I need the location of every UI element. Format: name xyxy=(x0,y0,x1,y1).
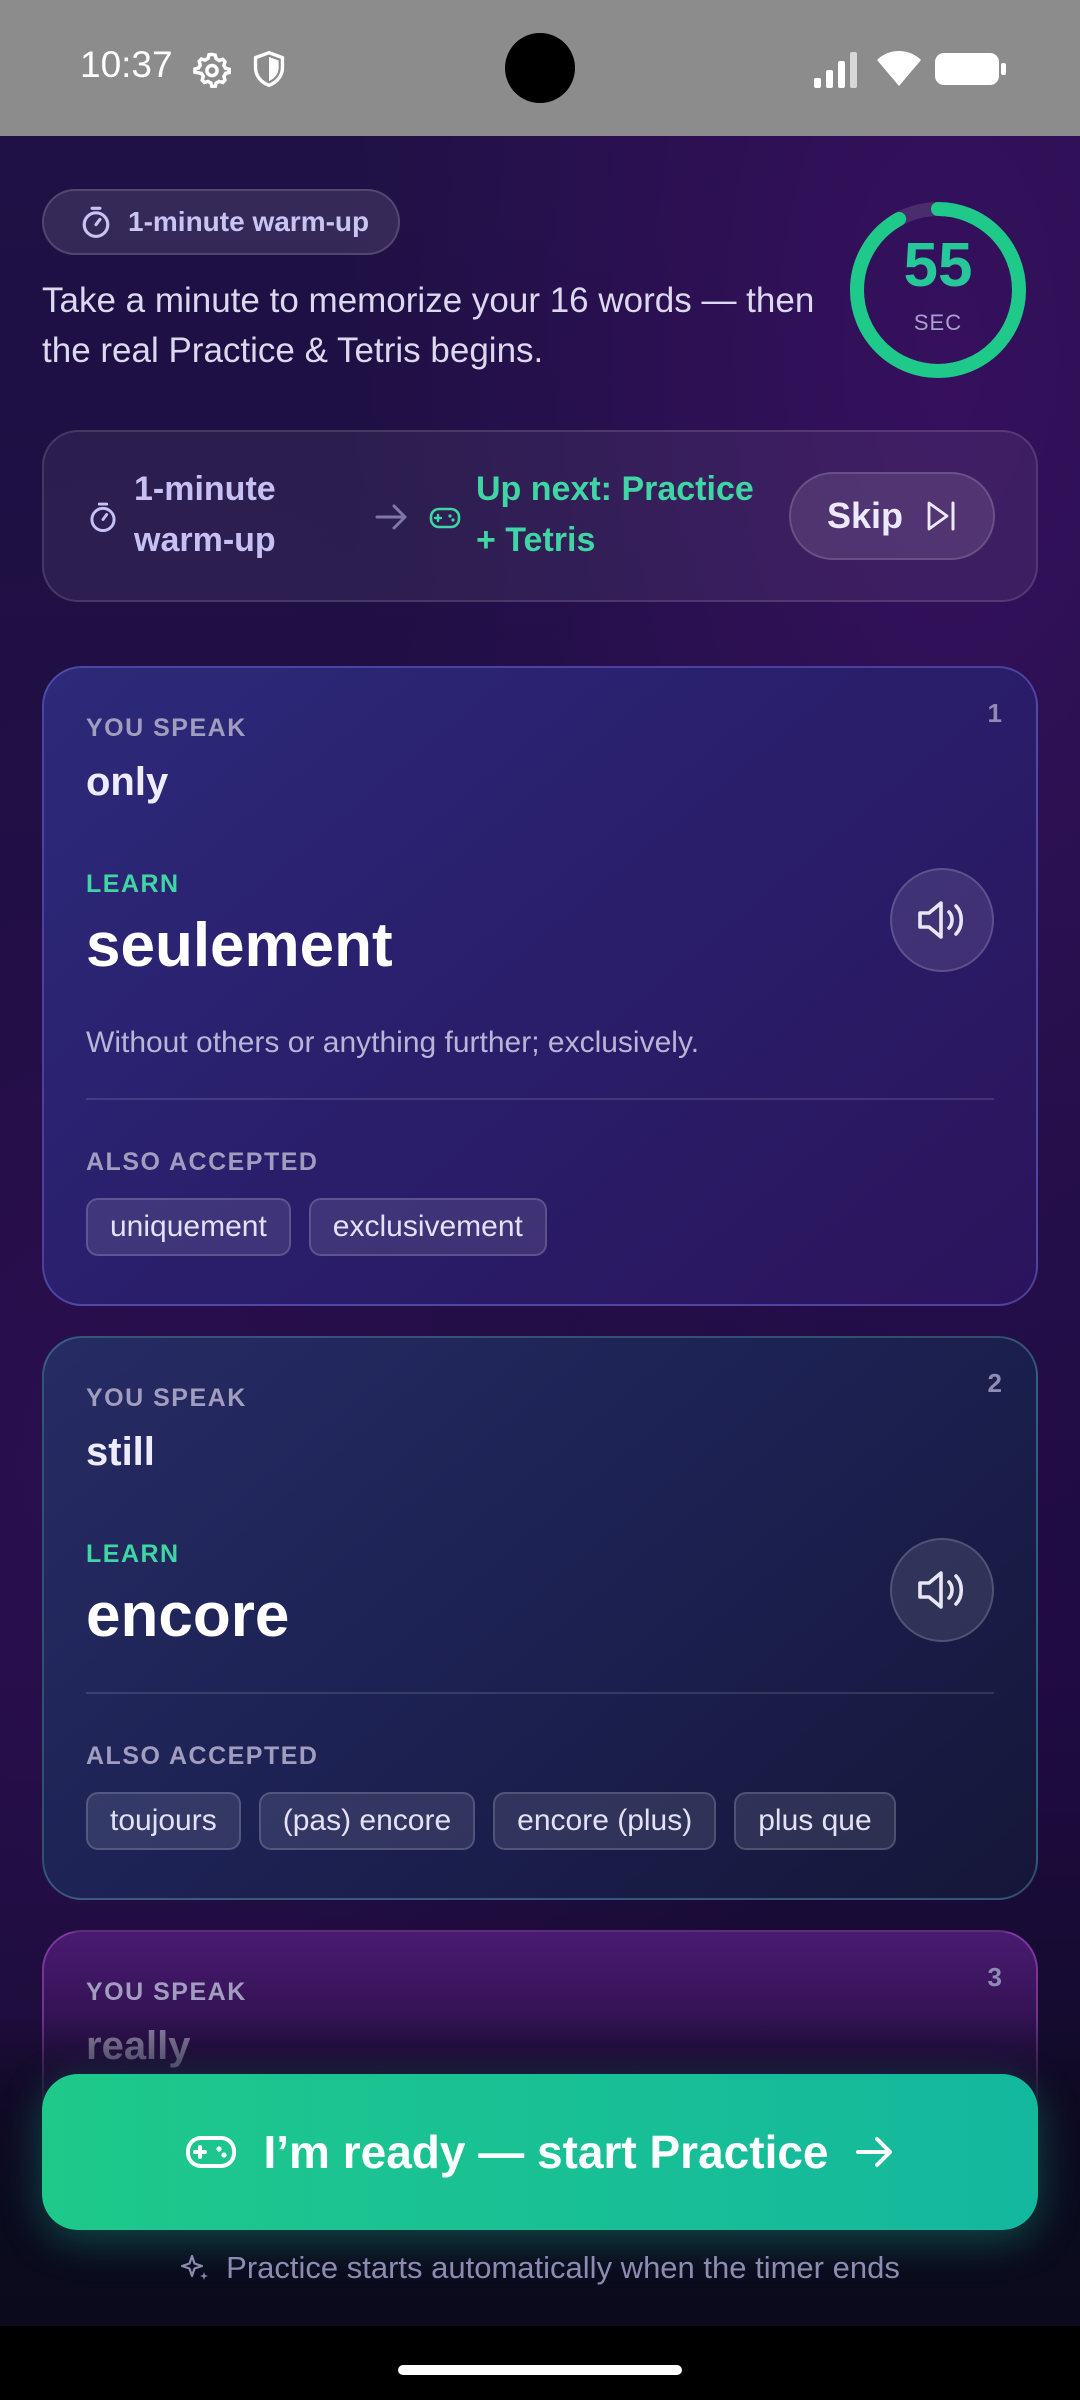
shield-icon xyxy=(253,50,285,88)
accepted-chip: (pas) encore xyxy=(258,1792,476,1850)
target-word: encore xyxy=(86,1581,290,1650)
pronounce-button[interactable] xyxy=(890,868,994,972)
system-nav-bar xyxy=(0,2326,1080,2400)
word-definition: Without others or anything further; excl… xyxy=(86,1026,700,1059)
gear-icon xyxy=(193,52,231,88)
you-speak-label: YOU SPEAK xyxy=(86,1384,247,1412)
accepted-chip: exclusivement xyxy=(308,1198,547,1256)
warmup-screen: 1-minute warm-up Take a minute to memori… xyxy=(0,136,1080,2400)
timer-value: 55 xyxy=(903,231,973,300)
card-number: 1 xyxy=(987,698,1002,728)
gamepad-icon xyxy=(186,2136,237,2168)
speaker-icon xyxy=(918,901,964,939)
word-card: 1 YOU SPEAK only LEARN seulement Without… xyxy=(42,666,1038,1306)
also-accepted-list: uniquement exclusivement xyxy=(86,1198,547,1256)
auto-start-hint: Practice starts automatically when the t… xyxy=(0,2250,1080,2286)
status-bar: 10:37 xyxy=(0,0,1080,136)
also-accepted-list: toujours (pas) encore encore (plus) plus… xyxy=(86,1792,896,1850)
accepted-chip: uniquement xyxy=(86,1198,291,1256)
accepted-chip: plus que xyxy=(734,1792,896,1850)
signal-icon xyxy=(814,52,857,88)
timer-unit: SEC xyxy=(913,310,963,335)
learn-label: LEARN xyxy=(86,870,180,898)
flow-banner: 1-minute warm-up Up next: Practice + Tet… xyxy=(42,430,1038,602)
start-practice-button[interactable]: I’m ready — start Practice xyxy=(42,2074,1038,2230)
word-card: 2 YOU SPEAK still LEARN encore ALSO ACCE… xyxy=(42,1336,1038,1900)
flow-next-step: Up next: Practice + Tetris xyxy=(476,470,754,559)
accepted-chip: encore (plus) xyxy=(493,1792,717,1850)
you-speak-label: YOU SPEAK xyxy=(86,714,247,742)
divider xyxy=(86,1098,994,1100)
gamepad-icon xyxy=(429,507,461,529)
card-number: 3 xyxy=(987,1962,1002,1992)
start-practice-label: I’m ready — start Practice xyxy=(263,2126,829,2178)
camera-cutout xyxy=(505,33,575,103)
arrow-right-icon xyxy=(375,504,407,530)
home-indicator[interactable] xyxy=(398,2365,682,2375)
pronounce-button[interactable] xyxy=(890,1538,994,1642)
accepted-chip: toujours xyxy=(86,1792,241,1850)
status-time: 10:37 xyxy=(80,44,173,85)
native-word: only xyxy=(86,760,169,804)
skip-forward-icon xyxy=(927,501,955,531)
divider xyxy=(86,1692,994,1694)
wifi-icon xyxy=(877,51,921,86)
stopwatch-icon xyxy=(90,502,116,533)
flow-current-step: 1-minute warm-up xyxy=(134,470,276,559)
countdown-timer: 55 SEC xyxy=(848,200,1028,380)
intro-text: Take a minute to memorize your 16 words … xyxy=(42,281,815,370)
speaker-icon xyxy=(918,1571,964,1609)
auto-start-hint-text: Practice starts automatically when the t… xyxy=(226,2250,900,2285)
stopwatch-icon xyxy=(82,206,110,238)
sparkle-icon xyxy=(181,2254,209,2280)
card-number: 2 xyxy=(987,1368,1002,1398)
learn-label: LEARN xyxy=(86,1540,180,1568)
warmup-pill: 1-minute warm-up xyxy=(42,189,400,255)
target-word: seulement xyxy=(86,911,393,980)
skip-button[interactable]: Skip xyxy=(789,472,995,560)
warmup-pill-label: 1-minute warm-up xyxy=(128,206,370,237)
skip-label: Skip xyxy=(826,495,904,536)
battery-icon xyxy=(935,53,1006,85)
arrow-right-icon xyxy=(855,2137,892,2167)
native-word: still xyxy=(86,1430,155,1474)
also-accepted-label: ALSO ACCEPTED xyxy=(86,1742,319,1770)
you-speak-label: YOU SPEAK xyxy=(86,1978,247,2006)
also-accepted-label: ALSO ACCEPTED xyxy=(86,1148,319,1176)
